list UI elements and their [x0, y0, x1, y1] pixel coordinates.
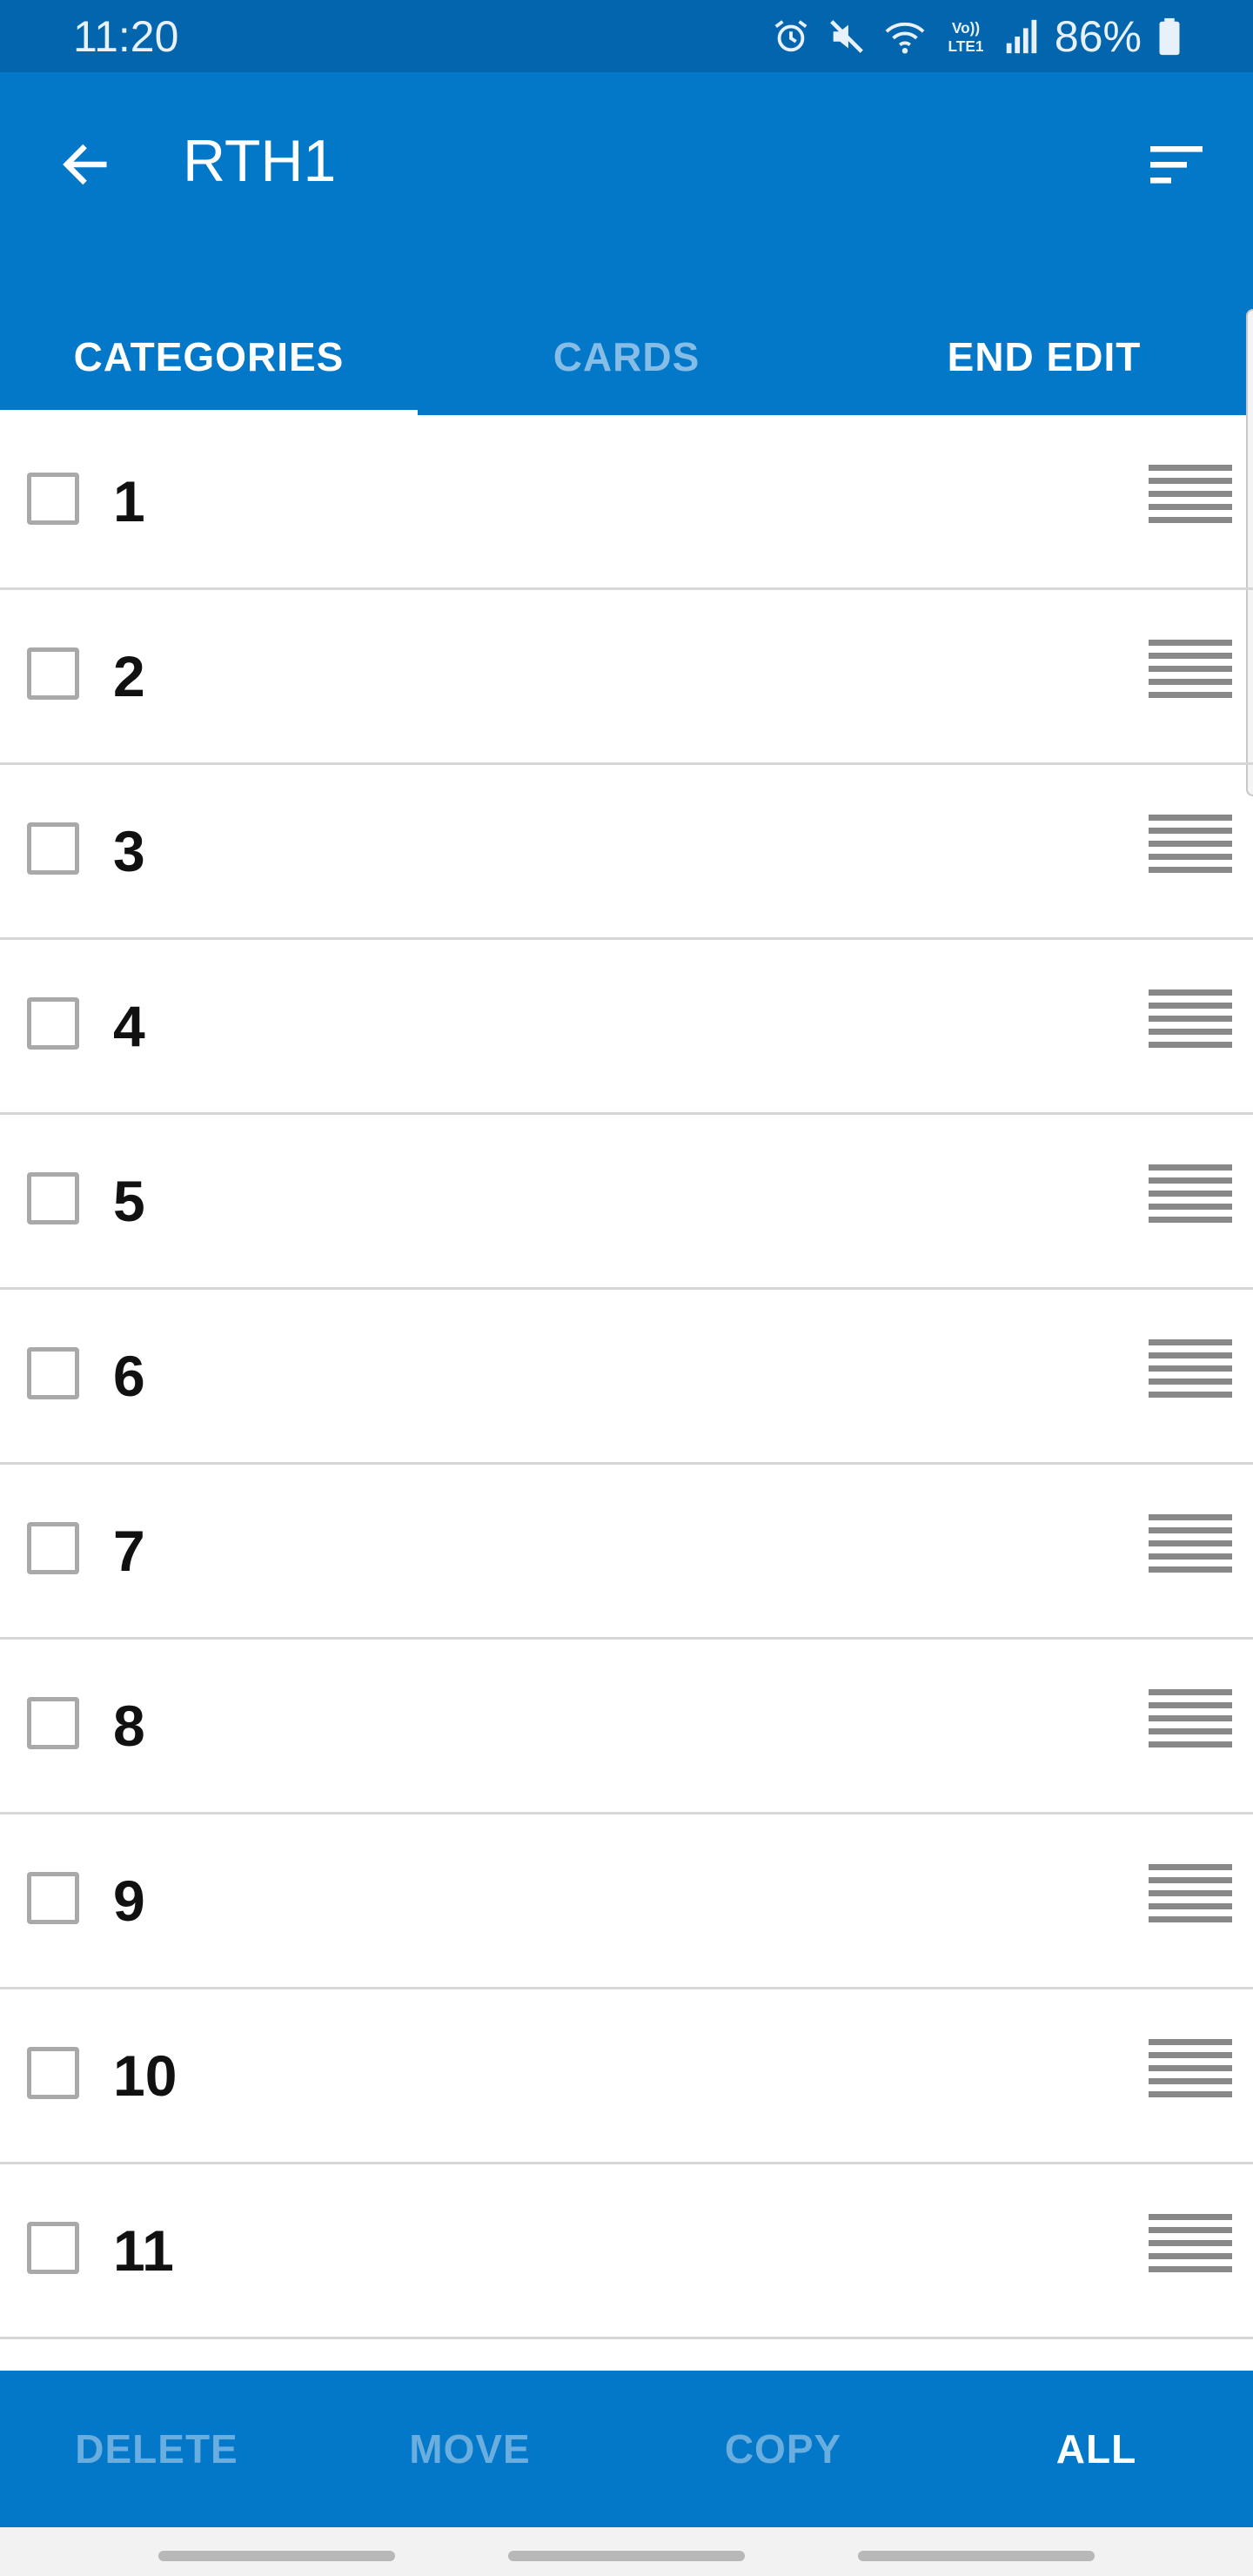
back-button[interactable]: [44, 123, 127, 206]
drag-handle-icon[interactable]: [1149, 2214, 1232, 2284]
alarm-icon: [774, 20, 807, 52]
recent-apps-button[interactable]: [158, 2551, 395, 2561]
drag-handle-icon[interactable]: [1149, 1164, 1232, 1234]
list-item[interactable]: 11: [0, 2164, 1253, 2339]
status-bar: 11:20 Vo)) LTE1 86%: [0, 0, 1253, 72]
sort-icon: [1150, 146, 1203, 184]
item-checkbox[interactable]: [27, 997, 79, 1050]
select-all-button[interactable]: ALL: [940, 2371, 1253, 2527]
page-title: RTH1: [183, 128, 337, 194]
battery-percent: 86%: [1054, 12, 1142, 61]
tab-end-edit[interactable]: END EDIT: [835, 299, 1253, 415]
list-item[interactable]: 6: [0, 1290, 1253, 1465]
list-item-label: 10: [113, 2043, 178, 2108]
home-button[interactable]: [508, 2551, 745, 2561]
tab-cards-label: CARDS: [553, 334, 700, 379]
list-item-label: 7: [113, 1519, 145, 1583]
drag-handle-icon[interactable]: [1149, 465, 1232, 534]
list-item-label: 2: [113, 644, 145, 708]
item-checkbox[interactable]: [27, 1872, 79, 1924]
battery-icon: [1159, 17, 1180, 56]
sort-button[interactable]: [1135, 123, 1218, 206]
status-time: 11:20: [73, 12, 179, 61]
drag-handle-icon[interactable]: [1149, 1864, 1232, 1934]
tab-end-edit-label: END EDIT: [947, 334, 1142, 379]
list-item[interactable]: 4: [0, 940, 1253, 1115]
list-item[interactable]: 9: [0, 1815, 1253, 1989]
volte-label-top: Vo)): [952, 19, 980, 37]
volte-label-bottom: LTE1: [948, 37, 983, 55]
category-list: 1 2 3 4 5 6 7 8 9 10 11: [0, 415, 1253, 2339]
list-item[interactable]: 10: [0, 1989, 1253, 2164]
list-item-label: 11: [113, 2218, 174, 2283]
item-checkbox[interactable]: [27, 473, 79, 525]
volte-icon: Vo)) LTE1: [948, 19, 983, 55]
list-item-label: 4: [113, 994, 145, 1058]
wifi-icon: [885, 23, 925, 54]
tab-categories-label: CATEGORIES: [73, 334, 345, 379]
list-item-label: 9: [113, 1868, 145, 1933]
list-item-label: 3: [113, 819, 145, 883]
list-item[interactable]: 7: [0, 1465, 1253, 1640]
system-nav-bar: [0, 2527, 1253, 2576]
list-item-label: 6: [113, 1344, 145, 1408]
tab-bar: CATEGORIES CARDS END EDIT: [0, 299, 1253, 415]
status-icons: Vo)) LTE1 86%: [771, 10, 1182, 63]
drag-handle-icon[interactable]: [1149, 1339, 1232, 1409]
item-checkbox[interactable]: [27, 647, 79, 700]
copy-button[interactable]: COPY: [626, 2371, 940, 2527]
drag-handle-icon[interactable]: [1149, 2039, 1232, 2109]
tab-cards[interactable]: CARDS: [418, 299, 835, 415]
move-button[interactable]: MOVE: [313, 2371, 626, 2527]
list-item-label: 8: [113, 1694, 145, 1758]
drag-handle-icon[interactable]: [1149, 815, 1232, 884]
signal-icon: [1006, 19, 1037, 54]
drag-handle-icon[interactable]: [1149, 640, 1232, 709]
list-item[interactable]: 1: [0, 415, 1253, 590]
item-checkbox[interactable]: [27, 822, 79, 875]
item-checkbox[interactable]: [27, 2047, 79, 2099]
item-checkbox[interactable]: [27, 2222, 79, 2274]
drag-handle-icon[interactable]: [1149, 1514, 1232, 1584]
bottom-action-bar: DELETE MOVE COPY ALL: [0, 2371, 1253, 2527]
list-item-label: 5: [113, 1169, 145, 1233]
drag-handle-icon[interactable]: [1149, 989, 1232, 1059]
delete-button[interactable]: DELETE: [0, 2371, 313, 2527]
arrow-left-icon: [63, 144, 107, 185]
tab-categories[interactable]: CATEGORIES: [0, 299, 418, 415]
list-item[interactable]: 3: [0, 765, 1253, 940]
item-checkbox[interactable]: [27, 1697, 79, 1749]
list-item[interactable]: 8: [0, 1640, 1253, 1815]
drag-handle-icon[interactable]: [1149, 1689, 1232, 1759]
item-checkbox[interactable]: [27, 1347, 79, 1399]
item-checkbox[interactable]: [27, 1522, 79, 1574]
list-item[interactable]: 2: [0, 590, 1253, 765]
mute-icon: [830, 20, 863, 53]
app-bar: RTH1 CATEGORIES CARDS END EDIT: [0, 72, 1253, 415]
item-checkbox[interactable]: [27, 1172, 79, 1224]
list-item-label: 1: [113, 469, 145, 533]
system-back-button[interactable]: [858, 2551, 1095, 2561]
list-item[interactable]: 5: [0, 1115, 1253, 1290]
